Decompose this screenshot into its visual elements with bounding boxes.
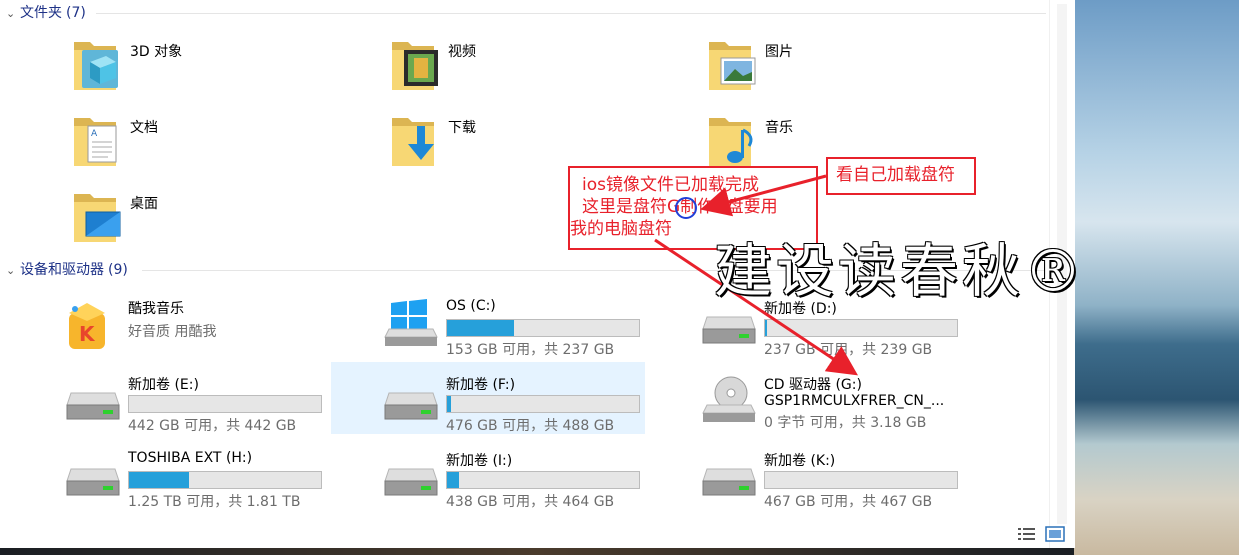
- drive-name: 新加卷 (F:): [446, 377, 516, 393]
- drive-item[interactable]: 新加卷 (I:) 438 GB 可用，共 464 GB: [381, 447, 691, 515]
- drive-usage-bar: [446, 395, 640, 413]
- annotation-line: ios镜像文件已加载完成: [582, 175, 759, 195]
- drive-name: 新加卷 (E:): [128, 377, 199, 393]
- group-count: (7): [66, 5, 86, 21]
- folder-label: 下载: [448, 120, 476, 136]
- hard-drive-icon: [66, 392, 120, 420]
- drive-size: 1.25 TB 可用，共 1.81 TB: [128, 494, 301, 510]
- annotation-callout: 看自己加载盘符: [836, 165, 955, 185]
- folder-label: 文档: [130, 120, 158, 136]
- downloads-folder-icon: [392, 118, 434, 166]
- drive-size: 442 GB 可用，共 442 GB: [128, 418, 297, 434]
- drive-usage-fill: [447, 396, 451, 412]
- documents-folder-icon: A: [74, 118, 117, 166]
- folder-item[interactable]: A 文档: [72, 112, 372, 182]
- hard-drive-icon: [66, 468, 120, 496]
- drive-item[interactable]: 新加卷 (F:) 476 GB 可用，共 488 GB: [331, 362, 645, 434]
- folder-label: 桌面: [130, 196, 158, 212]
- drive-usage-fill: [447, 472, 459, 488]
- folder-item[interactable]: 图片: [707, 36, 1007, 106]
- 3d-objects-folder-icon: [74, 42, 118, 90]
- videos-folder-icon: [392, 42, 438, 90]
- windows-drive-icon: [384, 299, 438, 346]
- folder-label: 3D 对象: [130, 44, 183, 60]
- large-icons-view-icon[interactable]: [1045, 526, 1065, 542]
- drive-usage-fill: [129, 472, 189, 488]
- pictures-folder-icon: [709, 42, 756, 90]
- desktop-folder-icon: [74, 194, 121, 242]
- drive-size: 0 字节 可用，共 3.18 GB: [764, 415, 927, 431]
- drive-item[interactable]: OS (C:) 153 GB 可用，共 237 GB: [381, 295, 691, 363]
- drive-size: 467 GB 可用，共 467 GB: [764, 494, 933, 510]
- hard-drive-icon: [702, 468, 756, 496]
- annotation-line: 这里是盘符G制作U盘要用: [582, 197, 778, 217]
- drive-name: OS (C:): [446, 298, 496, 314]
- chevron-down-icon[interactable]: ⌄: [6, 4, 20, 24]
- folder-item[interactable]: 桌面: [72, 188, 372, 258]
- cd-drive-icon: [702, 376, 756, 422]
- drive-volume-label: GSP1RMCULXFRER_CN_...: [764, 393, 945, 409]
- drive-item[interactable]: 新加卷 (K:) 467 GB 可用，共 467 GB: [699, 447, 1009, 515]
- drive-item[interactable]: K 酷我音乐好音质 用酷我: [63, 295, 373, 363]
- drive-usage-bar: [764, 471, 958, 489]
- hard-drive-icon: [384, 392, 438, 420]
- chevron-down-icon[interactable]: ⌄: [6, 261, 20, 281]
- drive-usage-bar: [446, 471, 640, 489]
- drive-usage-fill: [447, 320, 515, 336]
- hard-drive-icon: [702, 316, 756, 344]
- folder-label: 视频: [448, 44, 476, 60]
- folder-item[interactable]: 视频: [390, 36, 690, 106]
- folder-item[interactable]: 3D 对象: [72, 36, 372, 106]
- annotation-callout-box: 看自己加载盘符: [826, 157, 976, 195]
- drive-usage-fill: [765, 320, 767, 336]
- folder-label: 音乐: [765, 120, 793, 136]
- app-subtitle: 好音质 用酷我: [128, 324, 217, 340]
- drive-name: CD 驱动器 (G:): [764, 377, 862, 393]
- group-count: (9): [108, 262, 128, 278]
- drive-size: 438 GB 可用，共 464 GB: [446, 494, 615, 510]
- drive-name: 新加卷 (I:): [446, 453, 513, 469]
- drive-usage-bar: [446, 319, 640, 337]
- drive-item[interactable]: CD 驱动器 (G:) GSP1RMCULXFRER_CN_... 0 字节 可用，…: [699, 371, 1009, 439]
- drive-usage-bar: [128, 395, 322, 413]
- folders-group-header[interactable]: ⌄ 文件夹 (7): [6, 3, 86, 23]
- svg-text:K: K: [79, 322, 96, 346]
- details-view-icon[interactable]: [1017, 526, 1037, 542]
- svg-text:A: A: [91, 129, 98, 139]
- drive-size: 237 GB 可用，共 239 GB: [764, 342, 933, 358]
- watermark-text: 建设读春秋®: [714, 237, 1087, 305]
- drive-size: 153 GB 可用，共 237 GB: [446, 342, 615, 358]
- group-title: 文件夹: [20, 5, 62, 21]
- drive-usage-bar: [764, 319, 958, 337]
- drive-name: TOSHIBA EXT (H:): [128, 450, 253, 466]
- drive-usage-bar: [128, 471, 322, 489]
- drive-item[interactable]: TOSHIBA EXT (H:) 1.25 TB 可用，共 1.81 TB: [63, 447, 373, 515]
- drive-item[interactable]: 新加卷 (E:) 442 GB 可用，共 442 GB: [63, 371, 373, 439]
- taskbar-strip: [0, 548, 1074, 555]
- desktop-background: [1074, 0, 1239, 555]
- group-title: 设备和驱动器: [20, 262, 104, 278]
- kuwo-music-app-icon: K: [69, 303, 105, 349]
- folder-label: 图片: [765, 44, 793, 60]
- group-divider: [96, 13, 1046, 14]
- drive-size: 476 GB 可用，共 488 GB: [446, 418, 615, 434]
- music-folder-icon: [709, 118, 753, 166]
- drive-name: 新加卷 (K:): [764, 453, 836, 469]
- drive-name: 酷我音乐: [128, 301, 184, 317]
- devices-group-header[interactable]: ⌄ 设备和驱动器 (9): [6, 260, 128, 280]
- hard-drive-icon: [384, 468, 438, 496]
